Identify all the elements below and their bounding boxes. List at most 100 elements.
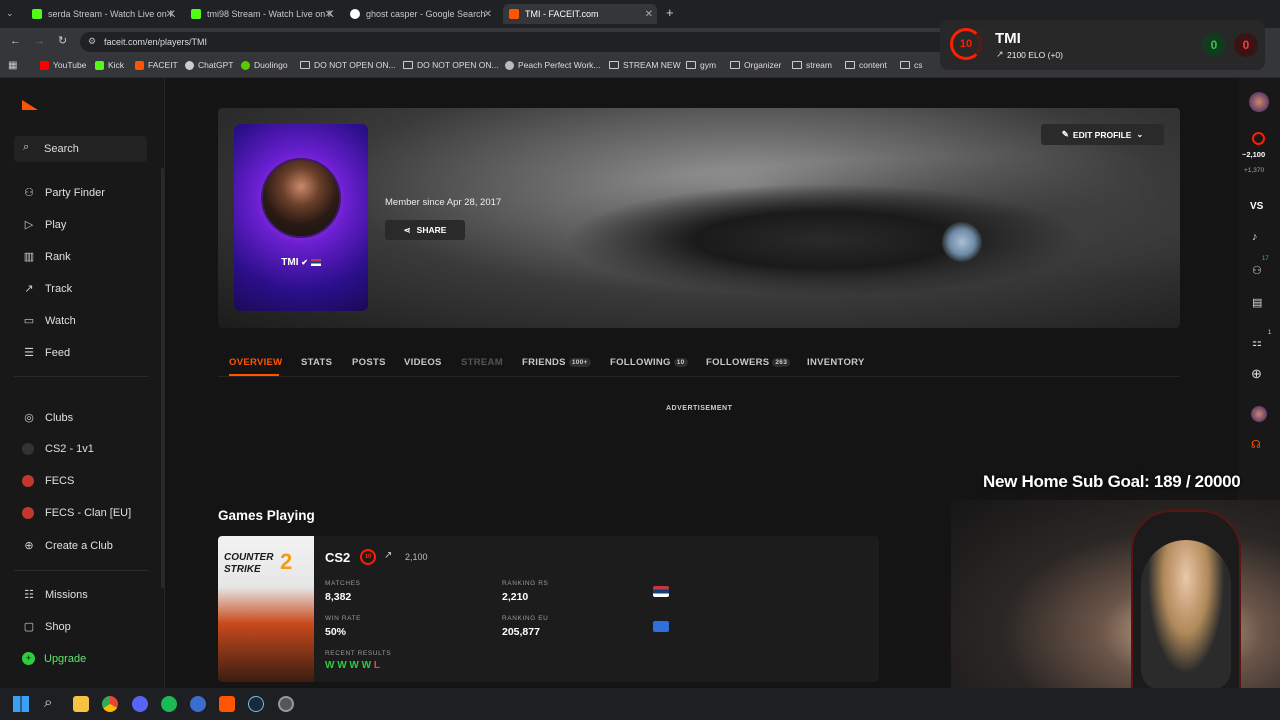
bookmark-youtube[interactable]: YouTube xyxy=(40,60,86,70)
game-card-cs2[interactable]: COUNTER STRIKE 2 CS2 10 ↗ 2,100 MATCHES … xyxy=(218,536,879,682)
avatar[interactable] xyxy=(1249,92,1269,112)
tab-tmi98[interactable]: tmi98 Stream - Watch Live on K ✕ xyxy=(185,4,337,24)
sidebar-club-cs2-1v1[interactable]: CS2 - 1v1 xyxy=(22,443,94,455)
bookmark-duolingo[interactable]: Duolingo xyxy=(241,60,288,70)
pencil-icon: ✎ xyxy=(1061,129,1069,139)
sidebar-item-track[interactable]: ↗ Track xyxy=(22,282,72,296)
bookmark-folder[interactable]: gym xyxy=(686,60,716,70)
bookmark-folder[interactable]: Organizer xyxy=(730,60,781,70)
close-tab-icon[interactable]: ✕ xyxy=(166,9,174,20)
avatar[interactable] xyxy=(1251,406,1267,422)
tab-videos[interactable]: VIDEOS xyxy=(404,357,442,368)
sidebar-item-label: Party Finder xyxy=(45,186,105,199)
discord-icon[interactable] xyxy=(132,696,148,712)
back-icon[interactable]: ← xyxy=(10,35,21,47)
tab-followers[interactable]: FOLLOWERS 263 xyxy=(706,357,791,368)
bookmark-kick[interactable]: Kick xyxy=(95,60,124,70)
bookmark-folder[interactable]: DO NOT OPEN ON... xyxy=(403,60,499,70)
create-club-button[interactable]: ⊕ Create a Club xyxy=(22,539,113,553)
track-icon: ↗ xyxy=(24,283,34,295)
edit-profile-button[interactable]: ✎ EDIT PROFILE ⌄ xyxy=(1041,124,1164,145)
tab-friends[interactable]: FRIENDS 100+ xyxy=(522,357,591,368)
close-tab-icon[interactable]: ✕ xyxy=(645,9,653,20)
clubs-icon: ◎ xyxy=(24,412,34,424)
sidebar-item-label: Shop xyxy=(45,620,71,633)
file-explorer-icon[interactable] xyxy=(73,696,89,712)
tab-search-icon[interactable]: ⌄ xyxy=(6,8,14,19)
bookmark-folder[interactable]: content xyxy=(845,60,887,70)
search-icon[interactable]: ⌕ xyxy=(44,694,52,711)
chat-icon[interactable]: ▤ xyxy=(1252,296,1262,309)
forward-icon[interactable]: → xyxy=(34,35,45,47)
play-icon: ▷ xyxy=(24,219,34,231)
level-number: 10 xyxy=(364,554,372,560)
bookmark-folder[interactable]: cs xyxy=(900,60,923,70)
avatar[interactable] xyxy=(261,158,341,238)
chevron-down-icon: ⌄ xyxy=(1136,130,1144,139)
tab-stream[interactable]: STREAM xyxy=(461,357,503,368)
faceit-logo-icon[interactable] xyxy=(22,100,38,110)
chrome-icon[interactable] xyxy=(102,696,118,712)
sidebar-club-fecs-clan[interactable]: FECS - Clan [EU] xyxy=(22,507,131,519)
friends-icon[interactable]: ⚇ xyxy=(1252,264,1262,277)
bookmark-folder[interactable]: DO NOT OPEN ON... xyxy=(300,60,396,70)
tab-label: serda Stream - Watch Live on K xyxy=(48,9,176,19)
tab-label: STATS xyxy=(301,357,333,368)
overlay-name: TMI xyxy=(995,30,1021,47)
tab-posts[interactable]: POSTS xyxy=(352,357,386,368)
close-tab-icon[interactable]: ✕ xyxy=(325,9,333,20)
sidebar-item-shop[interactable]: ▢ Shop xyxy=(22,620,71,634)
address-bar[interactable]: ⚙ faceit.com/en/players/TMI xyxy=(80,32,950,52)
folder-icon xyxy=(730,61,740,69)
tab-stats[interactable]: STATS xyxy=(301,357,332,368)
windows-start-icon[interactable] xyxy=(13,696,29,712)
add-icon[interactable]: ⊕ xyxy=(1251,366,1262,382)
sidebar-scrollbar[interactable] xyxy=(161,168,164,588)
apps-icon[interactable]: ▦ xyxy=(8,60,17,71)
search-button[interactable]: ⌕ Search xyxy=(14,136,147,162)
sidebar-item-rank[interactable]: ▥ Rank xyxy=(22,250,71,264)
spotify-icon[interactable] xyxy=(161,696,177,712)
tab-serda[interactable]: serda Stream - Watch Live on K ✕ xyxy=(26,4,178,24)
headset-icon[interactable]: ☊ xyxy=(1251,438,1261,451)
app-icon[interactable] xyxy=(190,696,206,712)
site-info-icon[interactable]: ⚙ xyxy=(88,36,96,47)
cs2-logo-number: 2 xyxy=(280,549,293,574)
sidebar-item-missions[interactable]: ☷ Missions xyxy=(22,588,88,602)
sidebar-item-play[interactable]: ▷ Play xyxy=(22,218,67,232)
bookmark-faceit[interactable]: FACEIT xyxy=(135,60,178,70)
sidebar-item-watch[interactable]: ▭ Watch xyxy=(22,314,76,328)
upgrade-button[interactable]: + Upgrade xyxy=(22,652,86,665)
close-tab-icon[interactable]: ✕ xyxy=(484,9,492,20)
new-tab-icon[interactable]: + xyxy=(666,5,674,20)
peach-icon xyxy=(505,60,514,70)
share-button[interactable]: ⋖ SHARE xyxy=(385,220,465,240)
tab-overview[interactable]: OVERVIEW xyxy=(229,357,282,368)
sidebar-item-feed[interactable]: ☰ Feed xyxy=(22,346,70,360)
search-icon: ⌕ xyxy=(23,141,30,153)
sidebar-item-clubs[interactable]: ◎ Clubs xyxy=(22,411,73,425)
rail-vs[interactable]: VS xyxy=(1250,201,1263,212)
bookmark-peach[interactable]: Peach Perfect Work... xyxy=(505,60,601,70)
sidebar-item-label: Create a Club xyxy=(45,539,113,552)
tab-google[interactable]: ghost casper - Google Search ✕ xyxy=(344,4,496,24)
bookmark-folder[interactable]: STREAM NEW xyxy=(609,60,681,70)
sidebar-divider xyxy=(14,376,149,377)
recent-results-label: RECENT RESULTS xyxy=(325,650,392,657)
settings-icon[interactable] xyxy=(278,696,294,712)
tab-label: FOLLOWING xyxy=(610,357,671,368)
bookmark-chatgpt[interactable]: ChatGPT xyxy=(185,60,233,70)
bookmark-label: Peach Perfect Work... xyxy=(518,60,601,70)
bell-icon[interactable]: ♪ xyxy=(1252,231,1258,243)
bookmark-folder[interactable]: stream xyxy=(792,60,832,70)
reload-icon[interactable]: ↻ xyxy=(58,34,67,47)
party-icon[interactable]: ⚏ xyxy=(1252,336,1262,349)
steam-icon[interactable] xyxy=(248,696,264,712)
sidebar-item-party-finder[interactable]: ⚇ Party Finder xyxy=(22,186,105,200)
faceit-ac-icon[interactable] xyxy=(219,696,235,712)
tab-following[interactable]: FOLLOWING 10 xyxy=(610,357,688,368)
tab-faceit[interactable]: TMI - FACEIT.com ✕ xyxy=(503,4,657,24)
tab-inventory[interactable]: INVENTORY xyxy=(807,357,865,368)
rail-elo-delta: +1,370 xyxy=(1244,167,1265,174)
sidebar-club-fecs[interactable]: FECS xyxy=(22,475,74,487)
